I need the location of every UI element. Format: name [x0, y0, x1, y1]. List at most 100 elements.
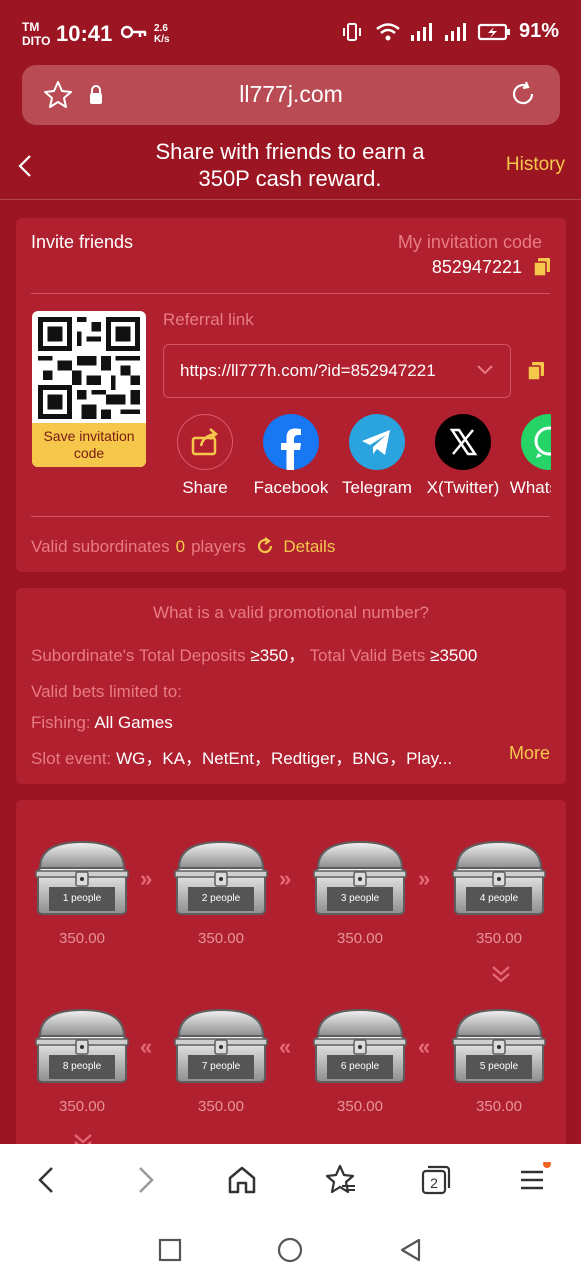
- share-item-whatsapp[interactable]: WhatsApp: [503, 414, 551, 498]
- x-twitter-label: X(Twitter): [426, 478, 500, 497]
- chest-people-label: 8 people: [62, 1061, 102, 1072]
- carrier-bottom: DITO: [22, 34, 51, 48]
- copy-code-icon[interactable]: [533, 258, 550, 277]
- whatsapp-label: WhatsApp: [509, 478, 551, 497]
- home-circle-icon[interactable]: [276, 1236, 304, 1264]
- browser-bottom-nav: 2: [0, 1144, 581, 1220]
- fishing-line: Fishing: All Games: [31, 713, 173, 733]
- reward-chest[interactable]: 4 people 350.00: [449, 838, 549, 947]
- qr-code-card[interactable]: Save invitation code: [32, 311, 146, 467]
- chest-amount: 350.00: [476, 1098, 522, 1115]
- valid-subordinates-count: 0: [175, 537, 186, 556]
- chest-amount: 350.00: [337, 930, 383, 947]
- share-item-share[interactable]: Share: [163, 414, 251, 498]
- chest-people-label: 5 people: [479, 1061, 519, 1072]
- arrow-down-icon: [490, 964, 512, 989]
- copy-link-icon[interactable]: [527, 362, 544, 381]
- address-bar[interactable]: ll777j.com: [22, 65, 560, 125]
- slot-value: WG，KA，NetEnt，Redtiger，BNG，Play...: [116, 749, 453, 768]
- my-code-value: 852947221: [431, 257, 522, 277]
- chest-people-label: 1 people: [62, 893, 102, 904]
- promo-rules-card: What is a valid promotional number? Subo…: [16, 588, 566, 784]
- nav-forward-icon[interactable]: [128, 1162, 164, 1198]
- chest-amount: 350.00: [198, 930, 244, 947]
- chest-amount: 350.00: [337, 1098, 383, 1115]
- reward-chest[interactable]: 2 people 350.00: [171, 838, 271, 947]
- tabs-count: 2: [430, 1175, 438, 1191]
- save-invitation-code-button[interactable]: Save invitation code: [32, 423, 146, 467]
- reload-icon[interactable]: [508, 79, 538, 109]
- tabs-icon[interactable]: 2: [418, 1162, 454, 1198]
- back-arrow-icon[interactable]: [14, 148, 38, 184]
- chest-amount: 350.00: [476, 930, 522, 947]
- vibrate-icon: [341, 21, 367, 43]
- deposits-label: Subordinate's Total Deposits: [31, 646, 246, 665]
- battery-percent: 91%: [518, 20, 559, 42]
- title-line-1: Share with friends to earn a: [155, 139, 425, 164]
- share-item-facebook[interactable]: Facebook: [245, 414, 337, 498]
- vpn-key-icon: [120, 24, 147, 45]
- my-code-label: My invitation code: [397, 232, 542, 252]
- referral-link-text: https://ll777h.com/?id=852947221: [180, 361, 436, 380]
- reward-chest[interactable]: 7 people 350.00: [171, 1006, 271, 1115]
- page-header: Share with friends to earn a 350P cash r…: [0, 138, 581, 198]
- share-row: Share Facebook Telegram X(Twitter) Whats…: [163, 414, 551, 500]
- chevron-down-icon[interactable]: [476, 363, 494, 377]
- details-link[interactable]: Details: [283, 537, 335, 556]
- clock: 10:41: [56, 21, 113, 46]
- signal-icon-2: [443, 21, 469, 43]
- reward-chest[interactable]: 3 people 350.00: [310, 838, 410, 947]
- share-label: Share: [182, 478, 228, 497]
- invite-card: Invite friends My invitation code 852947…: [16, 218, 566, 572]
- bookmarks-icon[interactable]: [322, 1162, 358, 1198]
- speed-unit: K/s: [154, 34, 170, 45]
- menu-icon[interactable]: [516, 1160, 552, 1198]
- fishing-label: Fishing:: [31, 713, 91, 732]
- arrow-left-icon: «: [140, 1034, 153, 1059]
- referral-link-field[interactable]: https://ll777h.com/?id=852947221: [163, 344, 511, 398]
- valid-subordinates-unit: players: [191, 537, 246, 556]
- divider: [31, 516, 550, 517]
- invite-title: Invite friends: [31, 232, 134, 252]
- chest-people-label: 4 people: [479, 893, 519, 904]
- chest-amount: 350.00: [198, 1098, 244, 1115]
- network-speed: 2.6 K/s: [154, 23, 170, 45]
- chest-people-label: 7 people: [201, 1061, 241, 1072]
- qr-code-image: [38, 317, 140, 419]
- signal-icon: [409, 21, 435, 43]
- url-text[interactable]: ll777j.com: [22, 81, 560, 108]
- arrow-right-icon: »: [279, 866, 292, 891]
- arrow-right-icon: »: [140, 866, 153, 891]
- arrow-left-icon: «: [418, 1034, 431, 1059]
- share-item-x-twitter[interactable]: X(Twitter): [417, 414, 509, 498]
- x-twitter-icon: [435, 414, 491, 470]
- valid-subordinates-row: Valid subordinates 0 players Details: [31, 536, 335, 557]
- chest-amount: 350.00: [59, 930, 105, 947]
- chest-people-label: 6 people: [340, 1061, 380, 1072]
- share-item-telegram[interactable]: Telegram: [331, 414, 423, 498]
- divider: [31, 293, 550, 294]
- chest-people-label: 2 people: [201, 893, 241, 904]
- reward-chest[interactable]: 8 people 350.00: [32, 1006, 132, 1115]
- nav-back-icon[interactable]: [30, 1162, 66, 1198]
- facebook-icon: [263, 414, 319, 470]
- reward-chest[interactable]: 5 people 350.00: [449, 1006, 549, 1115]
- system-back-icon[interactable]: [396, 1236, 424, 1264]
- more-link[interactable]: More: [509, 743, 550, 764]
- system-nav-bar: [0, 1220, 581, 1280]
- promo-requirements: Subordinate's Total Deposits ≥350， Total…: [31, 646, 478, 665]
- reward-chest[interactable]: 1 people 350.00: [32, 838, 132, 947]
- home-icon[interactable]: [224, 1162, 260, 1198]
- arrow-left-icon: «: [279, 1034, 292, 1059]
- whatsapp-icon: [521, 414, 551, 470]
- save-code-label-2: code: [73, 445, 105, 461]
- reward-chest[interactable]: 6 people 350.00: [310, 1006, 410, 1115]
- header-divider: [0, 199, 581, 200]
- recents-icon[interactable]: [156, 1236, 184, 1264]
- history-link[interactable]: History: [506, 154, 565, 176]
- page-title: Share with friends to earn a 350P cash r…: [120, 138, 460, 192]
- arrow-right-icon: »: [418, 866, 431, 891]
- limited-label: Valid bets limited to:: [31, 682, 182, 701]
- valid-subordinates-label: Valid subordinates: [31, 537, 170, 556]
- refresh-icon[interactable]: [255, 536, 275, 556]
